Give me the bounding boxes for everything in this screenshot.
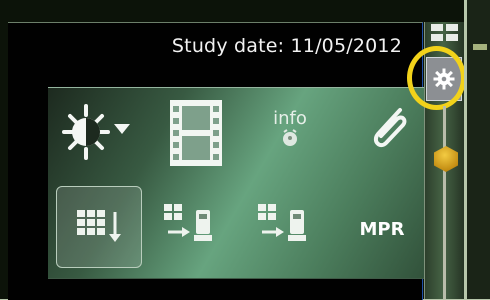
film-icon (170, 100, 222, 166)
brightness-contrast-button[interactable] (56, 100, 140, 164)
info-button[interactable]: info (254, 100, 326, 158)
info-label: info (273, 108, 307, 129)
mpr-label: MPR (359, 218, 405, 240)
grid-cell (446, 34, 458, 41)
vertical-slider-track[interactable] (443, 106, 446, 299)
cine-button[interactable] (160, 96, 232, 170)
right-edge-strip (464, 0, 490, 299)
image-viewport[interactable]: Study date: 11/05/2012 info MPR (8, 22, 436, 300)
grid-cell (431, 24, 443, 31)
quick-tools-panel: info MPR (48, 87, 436, 279)
highlight-ring (407, 46, 466, 110)
info-icon (283, 129, 297, 146)
grid-layout-icon[interactable] (431, 24, 459, 42)
grid-cell (446, 24, 458, 31)
study-date-label: Study date: 11/05/2012 (171, 35, 402, 57)
send-series-button[interactable] (160, 200, 218, 256)
grid-cell (431, 34, 443, 41)
viewer-frame: Study date: 11/05/2012 info MPR (0, 0, 490, 300)
send-series-alt-icon (258, 204, 306, 241)
layout-grid-icon (77, 210, 121, 242)
layout-button[interactable] (56, 186, 142, 268)
send-series-alt-button[interactable] (254, 200, 312, 256)
mpr-button[interactable]: MPR (352, 212, 412, 246)
paperclip-icon (373, 108, 407, 148)
send-series-icon (164, 204, 212, 241)
brightness-contrast-icon (62, 104, 130, 160)
attachment-button[interactable] (356, 98, 420, 160)
